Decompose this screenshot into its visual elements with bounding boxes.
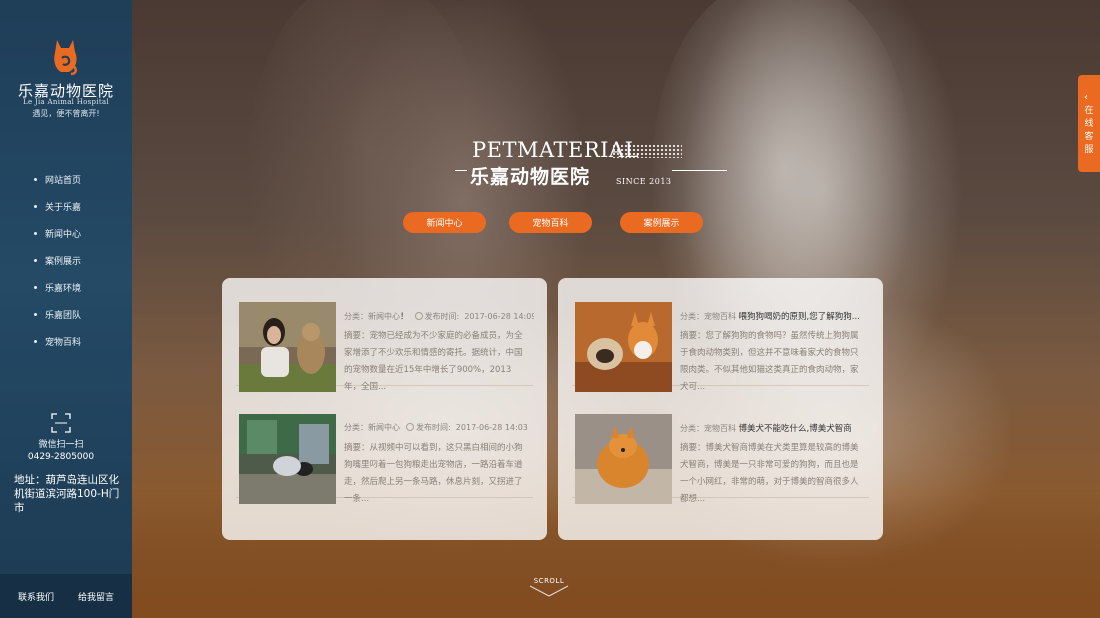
nav-item-team[interactable]: 乐嘉团队 xyxy=(34,301,132,328)
bullet-icon xyxy=(34,259,37,262)
cat-logo-icon[interactable] xyxy=(51,36,79,76)
nav-item-environment[interactable]: 乐嘉环境 xyxy=(34,274,132,301)
online-service-button[interactable]: ‹ 在线客服 xyxy=(1078,75,1100,172)
nav-item-pet-wiki[interactable]: 宠物百科 xyxy=(34,328,132,355)
bullet-icon xyxy=(34,313,37,316)
sidebar: 乐嘉动物医院 Le Jia Animal Hospital 遇见，便不曾离开! … xyxy=(0,0,132,618)
wiki-summary: 摘要：您了解狗狗的食物吗？虽然传统上狗狗属于食肉动物类别，但这并不意味着家犬的食… xyxy=(680,331,859,392)
nav-item-cases[interactable]: 案例展示 xyxy=(34,247,132,274)
news-meta: 分类：新闻中心！ 发布时间: 2017-06-28 14:09 xyxy=(344,312,534,322)
phone-number: 0429-2805000 xyxy=(27,452,95,462)
cases-button[interactable]: 案例展示 xyxy=(620,212,703,233)
site-slogan: 遇见，便不曾离开! xyxy=(32,109,100,118)
news-center-button[interactable]: 新闻中心 xyxy=(403,212,486,233)
news-thumbnail-dog-at-shop[interactable] xyxy=(239,414,336,504)
address: 地址：葫芦岛连山区化机街道滨河路100-H门市 xyxy=(14,474,120,514)
hero-title-cn: 乐嘉动物医院 xyxy=(470,166,591,188)
pet-wiki-button[interactable]: 宠物百科 xyxy=(509,212,592,233)
contact-us-link[interactable]: 联系我们 xyxy=(18,590,54,603)
chevron-down-icon[interactable] xyxy=(529,585,569,597)
wiki-meta: 分类：宠物百科 喂狗狗喝奶的原则,您了解狗狗... xyxy=(680,312,860,322)
scroll-indicator[interactable]: SCROLL xyxy=(526,577,572,585)
site-name-en: Le Jia Animal Hospital xyxy=(23,98,109,106)
hero-since: SINCE 2013 xyxy=(616,177,672,186)
bullet-icon xyxy=(34,205,37,208)
news-meta: 分类：新闻中心 发布时间: 2017-06-28 14:03 xyxy=(344,423,528,432)
wiki-meta: 分类：宠物百科 博美犬不能吃什么,博美犬智商 xyxy=(680,424,852,434)
pet-wiki-card: 分类：宠物百科 喂狗狗喝奶的原则,您了解狗狗... 摘要：您了解狗狗的食物吗？虽… xyxy=(558,278,883,540)
news-summary: 摘要：从视频中可以看到，这只黑白相间的小狗狗嘴里叼着一包狗粮走出宠物店，一路沿着… xyxy=(344,443,523,504)
bullet-icon xyxy=(34,286,37,289)
clock-icon xyxy=(414,312,423,320)
leave-message-link[interactable]: 给我留言 xyxy=(78,590,114,603)
main-nav: 网站首页 关于乐嘉 新闻中心 案例展示 乐嘉环境 乐嘉团队 宠物百科 xyxy=(34,166,132,355)
bullet-icon xyxy=(34,232,37,235)
wiki-thumbnail-pug-and-corgi[interactable] xyxy=(575,302,672,392)
list-item[interactable]: 分类：新闻中心 发布时间: 2017-06-28 14:03 摘要：从视频中可以看… xyxy=(236,390,533,504)
nav-item-home[interactable]: 网站首页 xyxy=(34,166,132,193)
qr-label: 微信扫一扫 xyxy=(38,440,84,450)
hero-divider-right xyxy=(672,170,727,171)
hero-dot-pattern xyxy=(612,144,682,158)
online-service-label: 在线客服 xyxy=(1084,106,1094,155)
news-summary: 摘要：宠物已经成为不少家庭的必备成员，为全家增添了不少欢乐和情感的寄托。据统计，… xyxy=(344,331,523,392)
nav-item-about[interactable]: 关于乐嘉 xyxy=(34,193,132,220)
news-thumbnail-girl-with-lynx[interactable] xyxy=(239,302,336,392)
sidebar-footer: 联系我们 给我留言 xyxy=(0,574,132,618)
news-card: 分类：新闻中心！ 发布时间: 2017-06-28 14:09 摘要：宠物已经成为… xyxy=(222,278,547,540)
hero-divider-left xyxy=(455,170,467,171)
clock-icon xyxy=(406,423,414,431)
wiki-thumbnail-pomeranian[interactable] xyxy=(575,414,672,504)
chevron-left-icon: ‹ xyxy=(1084,92,1088,103)
wiki-summary: 摘要：博美犬智商博美在犬类里算是较高的博美犬智商，博美是一只非常可爱的狗狗，而且… xyxy=(680,443,859,504)
list-item[interactable]: 分类：宠物百科 博美犬不能吃什么,博美犬智商 摘要：博美犬智商博美在犬类里算是较… xyxy=(572,390,869,504)
list-item[interactable]: 分类：宠物百科 喂狗狗喝奶的原则,您了解狗狗... 摘要：您了解狗狗的食物吗？虽… xyxy=(572,278,869,392)
bullet-icon xyxy=(34,340,37,343)
list-item[interactable]: 分类：新闻中心！ 发布时间: 2017-06-28 14:09 摘要：宠物已经成为… xyxy=(236,278,534,392)
bullet-icon xyxy=(34,178,37,181)
scan-qr-icon[interactable] xyxy=(51,413,71,433)
nav-item-news[interactable]: 新闻中心 xyxy=(34,220,132,247)
